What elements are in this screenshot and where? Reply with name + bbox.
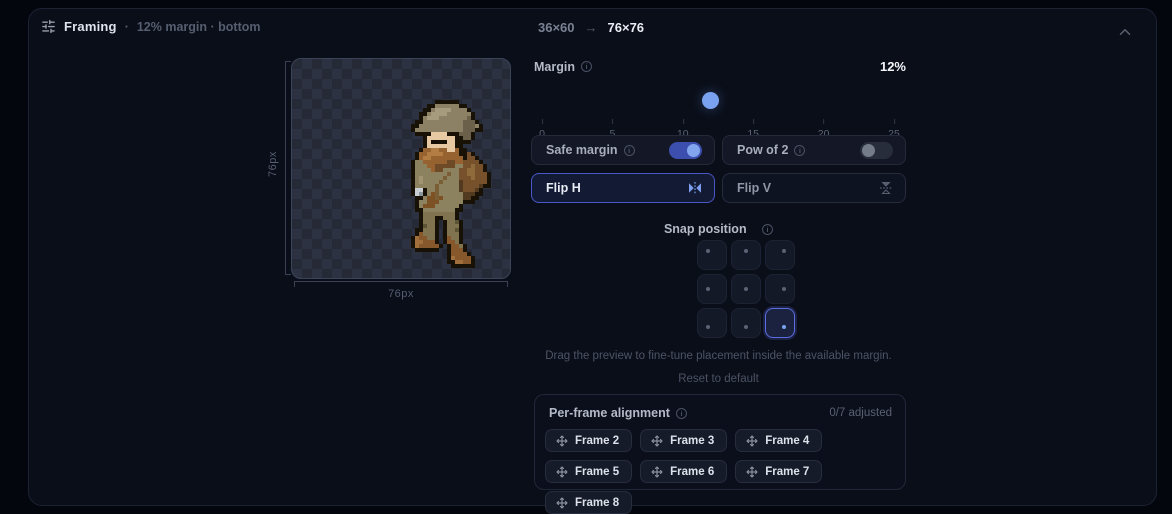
move-icon	[556, 497, 568, 509]
frame-button-label: Frame 3	[670, 435, 714, 447]
info-icon	[624, 145, 635, 156]
flip-h-label: Flip H	[546, 181, 581, 195]
panel-title: Framing	[64, 19, 117, 34]
move-icon	[651, 435, 663, 447]
per-frame-title: Per-frame alignment	[549, 406, 670, 420]
margin-row: Margin 12%	[534, 59, 906, 74]
flip-h-button[interactable]: Flip H	[531, 173, 715, 203]
info-icon	[581, 61, 592, 72]
margin-label: Margin	[534, 60, 575, 74]
sliders-icon	[41, 19, 56, 34]
frame-5-button[interactable]: Frame 5	[545, 460, 632, 483]
sprite-preview-canvas[interactable]	[291, 58, 511, 279]
frame-button-list: Frame 2 Frame 3 Frame 4 Frame 5 Frame 6 Frame…	[545, 429, 893, 514]
toggle-row: Safe margin Pow of 2	[531, 135, 906, 165]
frame-button-label: Frame 7	[765, 466, 809, 478]
per-frame-header: Per-frame alignment 0/7 adjusted	[549, 406, 892, 420]
header-separator: ·	[125, 20, 129, 34]
frame-7-button[interactable]: Frame 7	[735, 460, 822, 483]
frame-3-button[interactable]: Frame 3	[640, 429, 727, 452]
snap-cell-bottom-right[interactable]	[765, 308, 795, 338]
frame-4-button[interactable]: Frame 4	[735, 429, 822, 452]
safe-margin-toggle[interactable]	[669, 142, 702, 159]
height-ruler-label: 76px	[267, 144, 279, 184]
snap-cell-middle-left[interactable]	[697, 274, 727, 304]
character-sprite-preview[interactable]	[411, 100, 499, 268]
move-icon	[746, 466, 758, 478]
pow-of-2-label: Pow of 2	[737, 143, 788, 157]
reset-to-default-link[interactable]: Reset to default	[531, 373, 906, 385]
framing-panel: Framing · 12% margin · bottom 36×60 → 76…	[28, 8, 1157, 506]
move-icon	[651, 466, 663, 478]
snap-cell-top-center[interactable]	[731, 240, 761, 270]
margin-label-group: Margin	[534, 60, 592, 74]
safe-margin-card: Safe margin	[531, 135, 715, 165]
move-icon	[746, 435, 758, 447]
drag-hint-text: Drag the preview to fine-tune placement …	[511, 350, 926, 362]
pow-of-2-toggle[interactable]	[860, 142, 893, 159]
frame-button-label: Frame 6	[670, 466, 714, 478]
snap-cell-middle-center[interactable]	[731, 274, 761, 304]
safe-margin-label: Safe margin	[546, 143, 618, 157]
flip-horizontal-icon	[688, 181, 702, 195]
collapse-chevron-up-icon[interactable]	[1116, 23, 1134, 41]
snap-position-label: Snap position	[664, 222, 747, 236]
snap-cell-top-right[interactable]	[765, 240, 795, 270]
width-ruler	[294, 281, 508, 288]
snap-position-header: Snap position	[531, 222, 906, 236]
frame-button-label: Frame 2	[575, 435, 619, 447]
panel-subtitle: 12% margin · bottom	[137, 20, 261, 34]
flip-v-label: Flip V	[737, 181, 771, 195]
snap-position-grid	[697, 240, 795, 338]
width-ruler-label: 76px	[294, 288, 508, 300]
frame-button-label: Frame 4	[765, 435, 809, 447]
move-icon	[556, 466, 568, 478]
frame-2-button[interactable]: Frame 2	[545, 429, 632, 452]
pow-of-2-card: Pow of 2	[722, 135, 906, 165]
margin-value: 12%	[880, 59, 906, 74]
adjusted-count-badge: 0/7 adjusted	[829, 407, 892, 419]
frame-6-button[interactable]: Frame 6	[640, 460, 727, 483]
slider-thumb[interactable]	[702, 92, 719, 109]
flip-vertical-icon	[879, 181, 893, 195]
snap-cell-bottom-left[interactable]	[697, 308, 727, 338]
flip-v-button[interactable]: Flip V	[722, 173, 906, 203]
panel-header: Framing · 12% margin · bottom	[41, 19, 260, 34]
per-frame-alignment-card: Per-frame alignment 0/7 adjusted Frame 2…	[534, 394, 906, 490]
info-icon	[676, 408, 687, 419]
frame-button-label: Frame 8	[575, 497, 619, 509]
info-icon	[794, 145, 805, 156]
move-icon	[556, 435, 568, 447]
margin-slider[interactable]: 0 5 10 15 20 25	[542, 84, 894, 130]
snap-cell-middle-right[interactable]	[765, 274, 795, 304]
frame-button-label: Frame 5	[575, 466, 619, 478]
framing-controls: Margin 12% 0 5 10 15 20 25 Safe margin P…	[531, 9, 906, 507]
flip-row: Flip H Flip V	[531, 173, 906, 203]
info-icon	[762, 224, 773, 235]
snap-cell-bottom-center[interactable]	[731, 308, 761, 338]
snap-cell-top-left[interactable]	[697, 240, 727, 270]
